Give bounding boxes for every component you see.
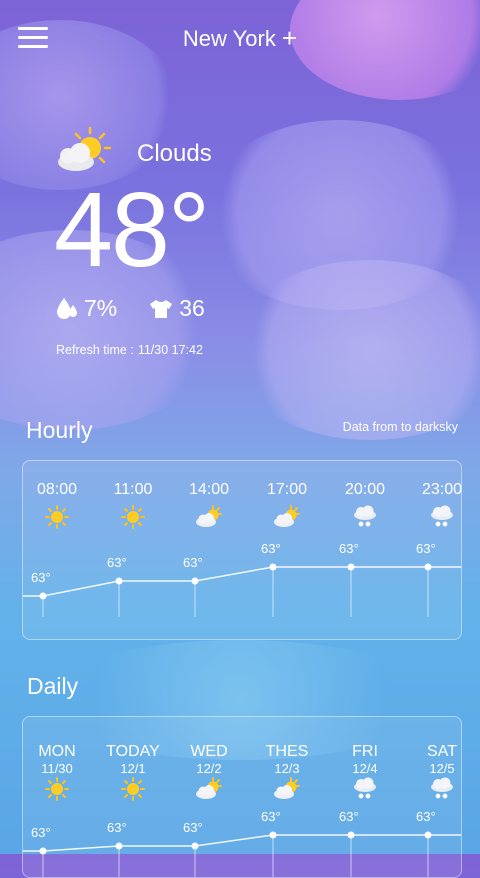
daily-temperature-label: 63° [261,809,281,824]
hourly-column-label: 11:00 [113,481,153,498]
add-city-icon[interactable]: + [282,25,297,51]
condition-text: Clouds [137,140,212,167]
daily-temperature-line [23,834,461,852]
daily-column-label: MON [38,743,76,760]
hourly-temperature-line [23,566,461,597]
hourly-column-label: 20:00 [344,481,386,498]
daily-date: 12/5 [429,761,455,776]
humidity-stat: 7% [56,295,117,322]
daily-temperature-point [269,831,277,839]
hourly-temperature-point [39,592,47,600]
hourly-forecast-panel[interactable]: 08:00 63° 11:00 63° 14:00 63° 17:00 63° 20:00 63°… [22,460,462,640]
current-stats: 7% 36 [56,295,237,322]
partly-cloudy-icon [273,777,301,801]
hourly-temperature-label: 63° [107,555,127,570]
daily-temperature-label: 63° [416,809,436,824]
daily-temperature-point [39,847,47,855]
hourly-temperature-label: 63° [183,555,203,570]
humidity-value: 7% [84,295,118,321]
water-drop-icon [57,297,77,319]
sunny-icon [43,777,71,801]
daily-temperature-point [115,842,123,850]
hourly-column-label: 14:00 [188,481,230,498]
daily-temperature-label: 63° [339,809,359,824]
top-bar: New York + [0,0,480,78]
snow-icon [351,505,379,529]
sunny-icon [43,505,71,529]
daily-temperature-label: 63° [107,820,127,835]
clothing-stat: 36 [149,295,205,322]
daily-temperature-point [347,831,355,839]
sun-behind-cloud-icon [54,126,114,176]
refresh-label: Refresh time : [56,343,134,357]
daily-date: 12/3 [274,761,300,776]
daily-temperature-label: 63° [31,825,51,840]
city-selector[interactable]: New York + [0,25,480,52]
daily-column-label: FRI [352,743,378,760]
city-name: New York [182,26,276,51]
hourly-temperature-point [269,563,277,571]
snow-icon [428,505,456,529]
daily-column-label: SAT [427,743,457,760]
daily-date: 12/4 [352,761,378,776]
daily-column-label: TODAY [106,743,160,760]
hourly-temperature-label: 63° [31,570,51,585]
hourly-column-label: 23:00 [421,481,463,498]
hourly-temperature-label: 63° [261,541,281,556]
current-temperature: 48° [54,171,210,289]
daily-date: 12/1 [120,761,146,776]
hourly-temperature-point [191,577,199,585]
snow-icon [351,777,379,801]
daily-temperature-chart [23,831,461,877]
hourly-title: Hourly [26,417,93,443]
shirt-icon [150,299,173,318]
partly-cloudy-icon [195,505,223,529]
hourly-temperature-point [115,577,123,585]
clothing-value: 36 [179,295,205,321]
daily-column-label: WED [190,743,228,760]
hourly-temperature-label: 63° [339,541,359,556]
hourly-temperature-point [424,563,432,571]
partly-cloudy-icon [195,777,223,801]
refresh-value: 11/30 17:42 [137,343,203,357]
sunny-icon [119,505,147,529]
sunny-icon [119,777,147,801]
daily-temperature-label: 63° [183,820,203,835]
daily-date: 12/2 [196,761,222,776]
daily-date: 11/30 [41,761,73,776]
hourly-temperature-label: 63° [416,541,436,556]
data-source[interactable]: Data from to darksky [343,420,458,434]
hourly-column-label: 08:00 [36,481,78,498]
daily-title: Daily [27,673,79,699]
daily-temperature-point [191,842,199,850]
snow-icon [428,777,456,801]
refresh-time: Refresh time :11/30 17:42 [56,343,203,357]
hourly-temperature-point [347,563,355,571]
daily-temperature-point [424,831,432,839]
daily-column-label: THES [265,743,309,760]
partly-cloudy-icon [273,505,301,529]
hourly-column-label: 17:00 [266,481,308,498]
